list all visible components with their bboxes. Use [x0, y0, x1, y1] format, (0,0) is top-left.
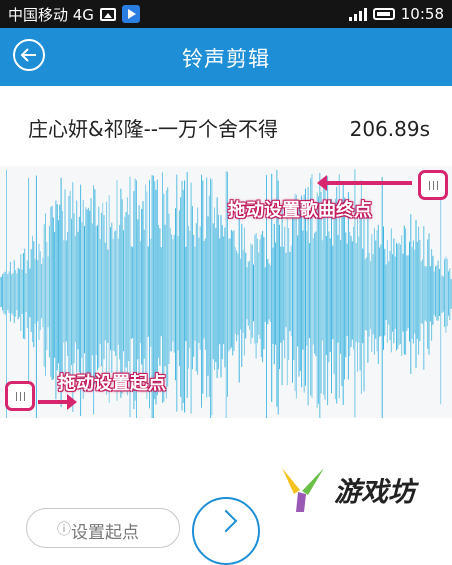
status-left: 中国移动 4G	[8, 4, 140, 25]
set-start-button[interactable]: ⓘ 设置起点	[26, 508, 180, 548]
watermark: 游戏坊	[278, 464, 415, 514]
end-handle[interactable]	[418, 170, 448, 200]
end-arrow	[317, 175, 412, 191]
play-button[interactable]	[192, 497, 260, 565]
clock: 10:58	[400, 5, 444, 23]
grip-icon	[15, 391, 25, 401]
page-title: 铃声剪辑	[182, 47, 270, 71]
signal-icon	[348, 7, 367, 21]
waveform-area[interactable]: 拖动设置歌曲终点 拖动设置起点	[0, 166, 452, 418]
battery-icon	[372, 8, 395, 20]
carrier-label: 中国移动 4G	[8, 5, 94, 24]
image-icon	[99, 7, 116, 21]
start-arrow	[38, 394, 77, 410]
watermark-text: 游戏坊	[334, 476, 415, 508]
y-logo-icon	[282, 468, 324, 512]
app-header: 铃声剪辑	[0, 28, 452, 86]
end-annotation: 拖动设置歌曲终点	[228, 200, 372, 221]
song-duration: 206.89s	[349, 117, 430, 141]
set-start-label: 设置起点	[71, 523, 139, 543]
song-info: 庄心妍&祁隆--一万个舍不得 206.89s	[28, 113, 430, 142]
status-bar: 中国移动 4G 10:58	[0, 0, 452, 28]
grip-icon	[428, 180, 438, 190]
status-right: 10:58	[348, 5, 444, 23]
start-handle[interactable]	[5, 381, 35, 411]
play-app-icon	[121, 5, 140, 23]
song-name: 庄心妍&祁隆--一万个舍不得	[28, 117, 279, 141]
info-icon: ⓘ	[57, 522, 71, 538]
start-annotation: 拖动设置起点	[58, 373, 166, 394]
